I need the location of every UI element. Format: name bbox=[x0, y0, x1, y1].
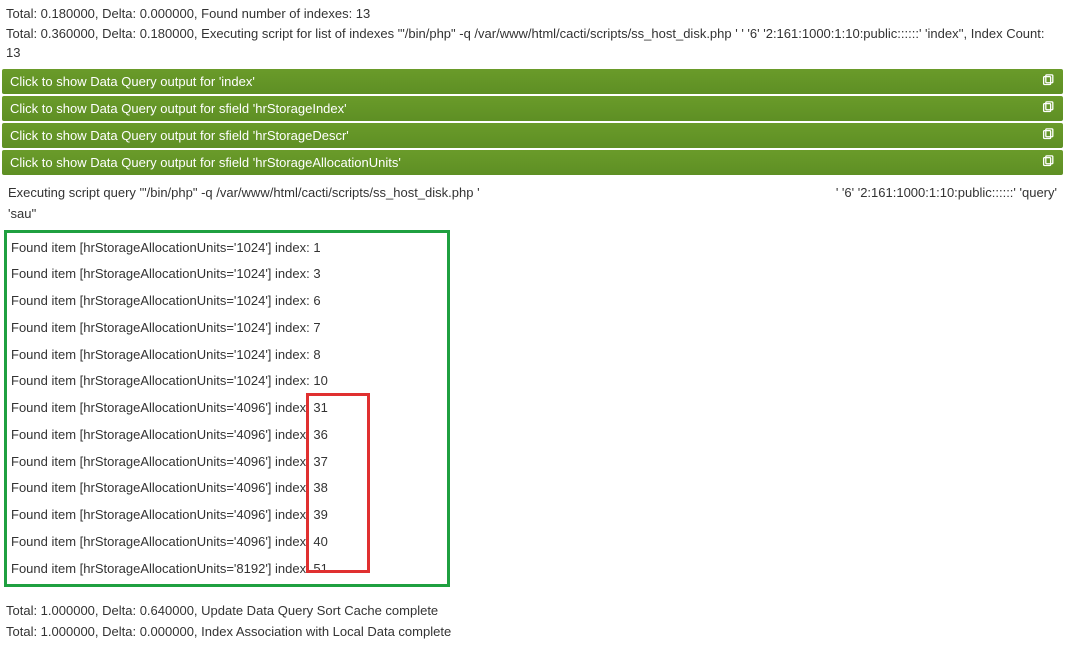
found-item: Found item [hrStorageAllocationUnits='40… bbox=[7, 475, 447, 502]
header-line-1: Total: 0.180000, Delta: 0.000000, Found … bbox=[6, 4, 1059, 24]
footer-line-2: Total: 1.000000, Delta: 0.000000, Index … bbox=[6, 622, 1059, 643]
collapse-bar-hrstorageallocationunits[interactable]: Click to show Data Query output for sfie… bbox=[2, 150, 1063, 175]
found-item: Found item [hrStorageAllocationUnits='40… bbox=[7, 395, 447, 422]
found-item: Found item [hrStorageAllocationUnits='10… bbox=[7, 342, 447, 369]
collapse-label: Click to show Data Query output for sfie… bbox=[10, 101, 347, 116]
exec-left: Executing script query '"/bin/php" -q /v… bbox=[8, 183, 480, 203]
exec-line2: 'sau'' bbox=[8, 204, 36, 224]
found-item: Found item [hrStorageAllocationUnits='10… bbox=[7, 315, 447, 342]
copy-icon[interactable] bbox=[1041, 155, 1055, 169]
found-item: Found item [hrStorageAllocationUnits='10… bbox=[7, 235, 447, 262]
exec-right: ' '6' '2:161:1000:1:10:public::::::' 'qu… bbox=[836, 183, 1057, 203]
exec-query-text-2: 'sau'' bbox=[0, 204, 1065, 226]
found-item: Found item [hrStorageAllocationUnits='40… bbox=[7, 422, 447, 449]
collapse-label: Click to show Data Query output for sfie… bbox=[10, 128, 349, 143]
copy-icon[interactable] bbox=[1041, 128, 1055, 142]
found-item: Found item [hrStorageAllocationUnits='10… bbox=[7, 288, 447, 315]
copy-icon[interactable] bbox=[1041, 101, 1055, 115]
found-item: Found item [hrStorageAllocationUnits='10… bbox=[7, 368, 447, 395]
collapse-label: Click to show Data Query output for sfie… bbox=[10, 155, 401, 170]
collapse-bar-index[interactable]: Click to show Data Query output for 'ind… bbox=[2, 69, 1063, 94]
header-line-2: Total: 0.360000, Delta: 0.180000, Execut… bbox=[6, 24, 1059, 63]
found-item: Found item [hrStorageAllocationUnits='81… bbox=[7, 556, 447, 583]
found-items-highlight-box: Found item [hrStorageAllocationUnits='10… bbox=[4, 230, 450, 588]
collapse-bar-hrstorageindex[interactable]: Click to show Data Query output for sfie… bbox=[2, 96, 1063, 121]
collapse-bar-hrstoragedescr[interactable]: Click to show Data Query output for sfie… bbox=[2, 123, 1063, 148]
found-item: Found item [hrStorageAllocationUnits='40… bbox=[7, 449, 447, 476]
exec-query-text: Executing script query '"/bin/php" -q /v… bbox=[0, 177, 1065, 205]
collapse-label: Click to show Data Query output for 'ind… bbox=[10, 74, 255, 89]
copy-icon[interactable] bbox=[1041, 74, 1055, 88]
found-item: Found item [hrStorageAllocationUnits='10… bbox=[7, 261, 447, 288]
found-item: Found item [hrStorageAllocationUnits='40… bbox=[7, 529, 447, 556]
header-log: Total: 0.180000, Delta: 0.000000, Found … bbox=[0, 0, 1065, 67]
footer-log: Total: 1.000000, Delta: 0.640000, Update… bbox=[0, 591, 1065, 647]
footer-line-1: Total: 1.000000, Delta: 0.640000, Update… bbox=[6, 601, 1059, 622]
found-item: Found item [hrStorageAllocationUnits='40… bbox=[7, 502, 447, 529]
